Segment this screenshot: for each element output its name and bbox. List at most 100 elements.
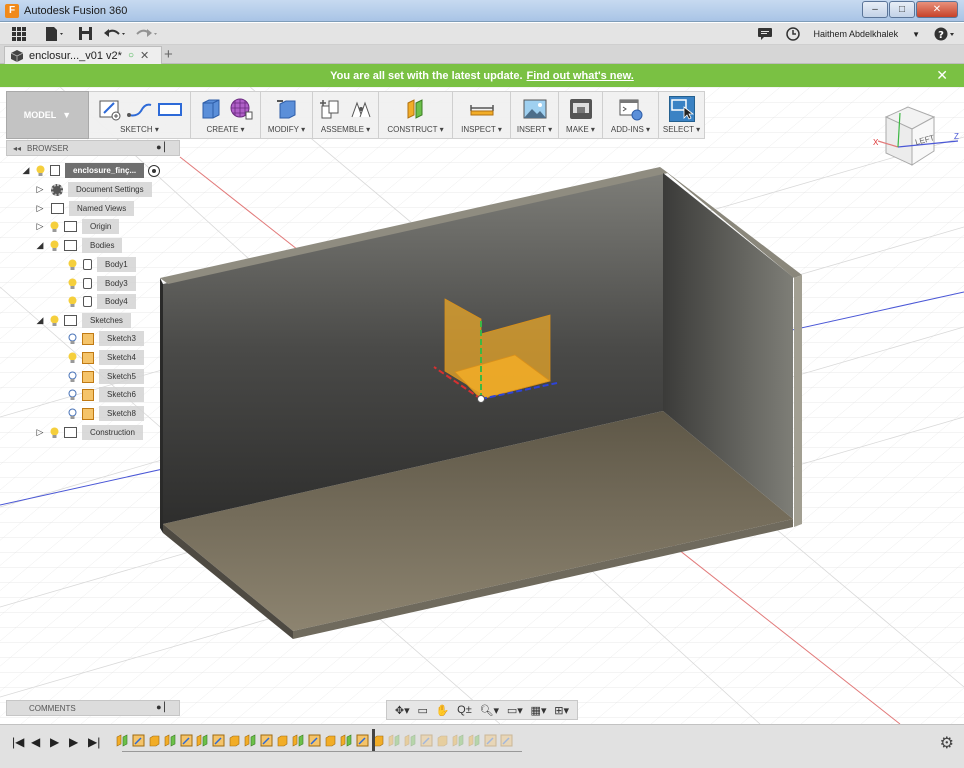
assemble-group[interactable]: ASSEMBLE ▾ — [313, 91, 379, 139]
plane-feature-icon[interactable] — [340, 734, 353, 747]
plane-feature-icon[interactable] — [452, 734, 465, 747]
browser-item-body1[interactable]: Body1 — [52, 257, 136, 272]
play-button[interactable]: ▶ — [50, 735, 59, 749]
collapse-icon[interactable]: ◢ — [20, 165, 32, 176]
comments-pin-icon[interactable]: ● ▏ — [156, 702, 171, 713]
add-ins-group[interactable]: ADD-INS ▾ — [603, 91, 659, 139]
visibility-bulb-icon[interactable] — [35, 165, 45, 177]
document-tab[interactable]: enclosur..._v01 v2* ○ ✕ — [4, 46, 162, 64]
plane-feature-icon[interactable] — [244, 734, 257, 747]
history-icon[interactable] — [785, 23, 800, 45]
browser-root-label[interactable]: enclosure_finç... — [65, 163, 145, 178]
browser-item-body4[interactable]: Body4 — [52, 294, 136, 309]
go-to-end-button[interactable]: ▶| — [88, 735, 100, 749]
insert-image-icon[interactable] — [522, 96, 548, 122]
inspect-group[interactable]: INSPECT ▾ — [453, 91, 511, 139]
browser-item-origin[interactable]: ▷ Origin — [34, 219, 120, 234]
browser-item-label[interactable]: Sketch3 — [99, 331, 144, 346]
go-to-start-button[interactable]: |◀ — [12, 735, 24, 749]
visibility-bulb-icon[interactable] — [67, 352, 77, 364]
scripts-icon[interactable] — [618, 96, 644, 122]
look-at-icon[interactable]: ▭ — [417, 704, 427, 717]
extrude-feature-icon[interactable] — [228, 734, 241, 747]
step-back-button[interactable]: ◀ — [31, 735, 40, 749]
sketch-feature-icon[interactable] — [260, 734, 273, 747]
offset-plane-icon[interactable] — [403, 96, 429, 122]
3d-print-icon[interactable] — [568, 96, 594, 122]
create-sketch-icon[interactable] — [97, 96, 123, 122]
extrude-feature-icon[interactable] — [436, 734, 449, 747]
step-forward-button[interactable]: ▶ — [69, 735, 78, 749]
browser-item-label[interactable]: Sketch8 — [99, 406, 144, 421]
browser-item-label[interactable]: Sketch5 — [99, 369, 144, 384]
plane-feature-icon[interactable] — [388, 734, 401, 747]
visibility-bulb-icon[interactable] — [49, 221, 59, 233]
plane-feature-icon[interactable] — [116, 734, 129, 747]
sketch-feature-icon[interactable] — [212, 734, 225, 747]
visibility-bulb-icon[interactable] — [67, 259, 77, 271]
browser-item-sketch6[interactable]: Sketch6 — [52, 387, 144, 402]
plane-feature-icon[interactable] — [164, 734, 177, 747]
minimize-button[interactable]: – — [862, 1, 888, 18]
select-icon[interactable] — [668, 96, 695, 122]
display-settings-icon[interactable]: ▭▾ — [507, 704, 523, 717]
fit-icon[interactable]: 🔍︎▾ — [480, 704, 500, 717]
whats-new-link[interactable]: Find out what's new. — [527, 70, 634, 82]
rectangle-icon[interactable] — [157, 96, 183, 122]
canvas-viewport[interactable]: MODEL ▼ SKETCH ▾ CREATE ▾ MODIFY ▾ ASSEM… — [0, 87, 964, 724]
collapse-icon[interactable]: ◢ — [34, 315, 46, 326]
browser-collapse-icon[interactable]: ◂◂ — [13, 144, 21, 153]
visibility-bulb-off-icon[interactable] — [67, 389, 77, 401]
construct-group[interactable]: CONSTRUCT ▾ — [379, 91, 453, 139]
browser-item-label[interactable]: Sketch6 — [99, 387, 144, 402]
modify-group[interactable]: MODIFY ▾ — [261, 91, 313, 139]
visibility-bulb-icon[interactable] — [49, 427, 59, 439]
plane-feature-icon[interactable] — [292, 734, 305, 747]
browser-item-label[interactable]: Named Views — [69, 201, 135, 216]
visibility-bulb-icon[interactable] — [67, 278, 77, 290]
extrude-feature-icon[interactable] — [276, 734, 289, 747]
sketch-group[interactable]: SKETCH ▾ — [89, 91, 191, 139]
browser-item-sketch4[interactable]: Sketch4 — [52, 350, 144, 365]
line-icon[interactable] — [126, 96, 153, 122]
visibility-bulb-icon[interactable] — [49, 315, 59, 327]
extrude-feature-icon[interactable] — [148, 734, 161, 747]
sketch-feature-icon[interactable] — [356, 734, 369, 747]
visibility-bulb-off-icon[interactable] — [67, 408, 77, 420]
sketch-feature-icon[interactable] — [500, 734, 513, 747]
plane-feature-icon[interactable] — [196, 734, 209, 747]
banner-close-button[interactable]: ✕ — [936, 67, 948, 84]
plane-feature-icon[interactable] — [468, 734, 481, 747]
sketch-feature-icon[interactable] — [420, 734, 433, 747]
sketch-feature-icon[interactable] — [308, 734, 321, 747]
visibility-bulb-off-icon[interactable] — [67, 371, 77, 383]
close-tab-button[interactable]: ✕ — [140, 49, 149, 62]
browser-item-label[interactable]: Sketch4 — [99, 350, 144, 365]
save-icon[interactable] — [72, 23, 98, 45]
sketch-feature-icon[interactable] — [180, 734, 193, 747]
help-icon[interactable]: ? — [934, 23, 956, 45]
extrude-icon[interactable] — [198, 96, 224, 122]
visibility-bulb-off-icon[interactable] — [67, 333, 77, 345]
select-group[interactable]: SELECT ▾ — [659, 91, 705, 139]
grid-settings-icon[interactable]: ▦▾ — [531, 704, 547, 717]
press-pull-icon[interactable] — [274, 96, 300, 122]
zoom-icon[interactable]: Q± — [457, 704, 472, 716]
extrude-feature-icon[interactable] — [324, 734, 337, 747]
undo-icon[interactable] — [98, 23, 132, 45]
origin-point[interactable] — [477, 395, 485, 403]
sketch-feature-icon[interactable] — [484, 734, 497, 747]
make-group[interactable]: MAKE ▾ — [559, 91, 603, 139]
insert-group[interactable]: INSERT ▾ — [511, 91, 559, 139]
expand-icon[interactable]: ▷ — [34, 184, 46, 195]
browser-header[interactable]: ◂◂ BROWSER ● ▏ — [6, 140, 180, 156]
view-cube[interactable]: LEFT X Z — [872, 103, 962, 173]
visibility-bulb-icon[interactable] — [67, 296, 77, 308]
browser-item-named-views[interactable]: ▷ Named Views — [34, 201, 135, 216]
user-name[interactable]: Haithem Abdelkhalek — [814, 29, 899, 39]
browser-item-sketch3[interactable]: Sketch3 — [52, 331, 144, 346]
workspace-switcher[interactable]: MODEL ▼ — [6, 91, 89, 139]
plane-feature-icon[interactable] — [404, 734, 417, 747]
expand-icon[interactable]: ▷ — [34, 203, 46, 214]
browser-item-sketch8[interactable]: Sketch8 — [52, 406, 144, 421]
